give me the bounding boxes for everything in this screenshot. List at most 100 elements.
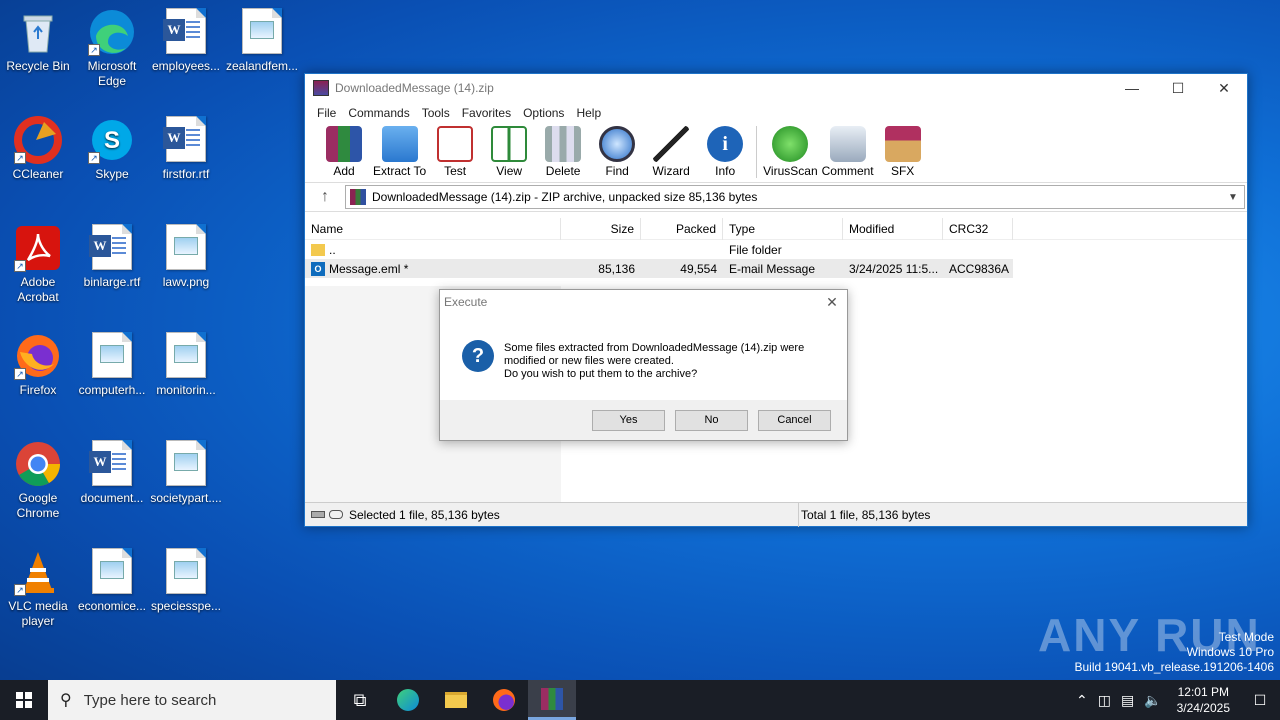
desktop-icon-computerh[interactable]: computerh... (74, 332, 150, 398)
comment-label: Comment (821, 164, 874, 178)
acrobat-icon: ↗ (14, 224, 62, 272)
device-icon[interactable]: ◫ (1093, 692, 1116, 709)
desktop-icon-ccleaner[interactable]: ↗ CCleaner (0, 116, 76, 182)
desktop-icon-label: Firefox (19, 383, 57, 397)
winrar-app-icon (313, 80, 329, 96)
add-label: Add (333, 164, 355, 178)
taskbar-winrar[interactable] (528, 680, 576, 720)
table-row[interactable]: .. File folder (305, 240, 1247, 259)
taskbar: ⚲ Type here to search ⧉ ⌃ ◫ ▤ 🔈 12:01 PM… (0, 680, 1280, 720)
comment-button[interactable]: Comment (822, 126, 874, 178)
view-button[interactable]: View (484, 126, 534, 178)
column-modified[interactable]: Modified (843, 217, 943, 240)
taskbar-file-explorer[interactable] (432, 680, 480, 720)
desktop-icon-employees[interactable]: W employees... (148, 8, 224, 74)
question-icon: ? (462, 340, 494, 372)
title-bar[interactable]: DownloadedMessage (14).zip — ☐ ✕ (305, 74, 1247, 102)
sfx-button[interactable]: SFX (878, 126, 928, 178)
desktop-icon-edge[interactable]: ↗ Microsoft Edge (74, 8, 150, 89)
test-label: Test (444, 164, 467, 178)
desktop-icon-speciesspe[interactable]: speciesspe... (148, 548, 224, 614)
status-total-text: Total 1 file, 85,136 bytes (801, 507, 931, 522)
menu-options[interactable]: Options (517, 106, 570, 120)
desktop-icon-firstfor[interactable]: W firstfor.rtf (148, 116, 224, 182)
task-view-button[interactable]: ⧉ (336, 680, 384, 720)
menu-tools[interactable]: Tools (416, 106, 456, 120)
desktop-icon-lawv[interactable]: lawv.png (148, 224, 224, 290)
virusscan-button[interactable]: VirusScan (763, 126, 818, 178)
network-icon[interactable]: ▤ (1116, 692, 1139, 709)
desktop-icon-economice[interactable]: economice... (74, 548, 150, 614)
add-button[interactable]: Add (319, 126, 369, 178)
cancel-button[interactable]: Cancel (758, 409, 831, 431)
add-icon (326, 126, 362, 162)
dialog-title-bar[interactable]: Execute ✕ (440, 290, 847, 314)
menu-help[interactable]: Help (570, 106, 607, 120)
no-button[interactable]: No (675, 409, 748, 431)
menu-file[interactable]: File (311, 106, 342, 120)
taskbar-edge[interactable] (384, 680, 432, 720)
desktop-icon-vlc[interactable]: ↗ VLC media player (0, 548, 76, 629)
column-packed[interactable]: Packed (641, 217, 723, 240)
row-crc: ACC9836A (949, 261, 1010, 276)
toolbar-separator (756, 126, 758, 178)
wizard-button[interactable]: Wizard (646, 126, 696, 178)
find-icon (599, 126, 636, 162)
desktop-icon-monitorin[interactable]: monitorin... (148, 332, 224, 398)
maximize-button[interactable]: ☐ (1155, 74, 1201, 102)
start-button[interactable] (0, 680, 48, 720)
test-button[interactable]: Test (430, 126, 480, 178)
table-row[interactable]: O Message.eml * 85,136 49,554 E-mail Mes… (305, 259, 1013, 278)
desktop-icon-chrome[interactable]: Google Chrome (0, 440, 76, 521)
column-type[interactable]: Type (723, 217, 843, 240)
taskbar-search-box[interactable]: ⚲ Type here to search (48, 680, 336, 720)
menu-commands[interactable]: Commands (342, 106, 415, 120)
vlc-icon: ↗ (14, 548, 62, 596)
desktop-icon-skype[interactable]: S ↗ Skype (74, 116, 150, 182)
image-file-icon (162, 440, 210, 488)
taskbar-firefox[interactable] (480, 680, 528, 720)
drive-icon[interactable] (311, 510, 325, 518)
yes-button[interactable]: Yes (592, 409, 665, 431)
desktop-icon-binlarge[interactable]: W binlarge.rtf (74, 224, 150, 290)
key-icon[interactable] (329, 509, 343, 519)
row-size: 85,136 (598, 261, 635, 276)
column-size[interactable]: Size (561, 217, 641, 240)
dialog-footer: Yes No Cancel (440, 400, 847, 440)
volume-icon[interactable]: 🔈 (1139, 692, 1166, 709)
folder-icon (445, 692, 467, 708)
chevron-down-icon[interactable]: ▼ (1228, 192, 1244, 203)
notification-icon[interactable]: ☐ (1240, 692, 1280, 709)
view-label: View (496, 164, 523, 178)
wizard-label: Wizard (652, 164, 690, 178)
archive-path-field[interactable]: DownloadedMessage (14).zip - ZIP archive… (345, 185, 1245, 209)
close-button[interactable]: ✕ (1201, 74, 1247, 102)
delete-button[interactable]: Delete (538, 126, 588, 178)
row-name: .. (329, 242, 336, 257)
desktop-icon-document[interactable]: W document... (74, 440, 150, 506)
find-button[interactable]: Find (592, 126, 642, 178)
menu-favorites[interactable]: Favorites (456, 106, 517, 120)
info-button[interactable]: i Info (700, 126, 750, 178)
desktop-icon-label: economice... (77, 599, 147, 613)
virusscan-label: VirusScan (763, 164, 818, 178)
up-arrow-icon[interactable]: ↑ (305, 188, 345, 206)
image-file-icon (162, 224, 210, 272)
desktop-icon-acrobat[interactable]: ↗ Adobe Acrobat (0, 224, 76, 305)
chevron-up-icon[interactable]: ⌃ (1071, 692, 1093, 709)
row-name-cell: .. (305, 243, 561, 257)
desktop-icon-label: VLC media player (8, 599, 68, 628)
column-name[interactable]: Name (305, 217, 561, 240)
column-crc32[interactable]: CRC32 (943, 217, 1013, 240)
extract-to-button[interactable]: Extract To (373, 126, 426, 178)
search-placeholder: Type here to search (83, 691, 217, 709)
close-icon[interactable]: ✕ (817, 294, 847, 311)
find-label: Find (605, 164, 629, 178)
desktop-icon-societypart[interactable]: societypart.... (148, 440, 224, 506)
clock[interactable]: 12:01 PM 3/24/2025 (1167, 684, 1240, 716)
desktop-icon-label: Google Chrome (16, 491, 60, 520)
desktop-icon-firefox[interactable]: ↗ Firefox (0, 332, 76, 398)
desktop-icon-recycle-bin[interactable]: Recycle Bin (0, 8, 76, 74)
minimize-button[interactable]: — (1109, 74, 1155, 102)
desktop-icon-zealandfem[interactable]: zealandfem... (224, 8, 300, 74)
